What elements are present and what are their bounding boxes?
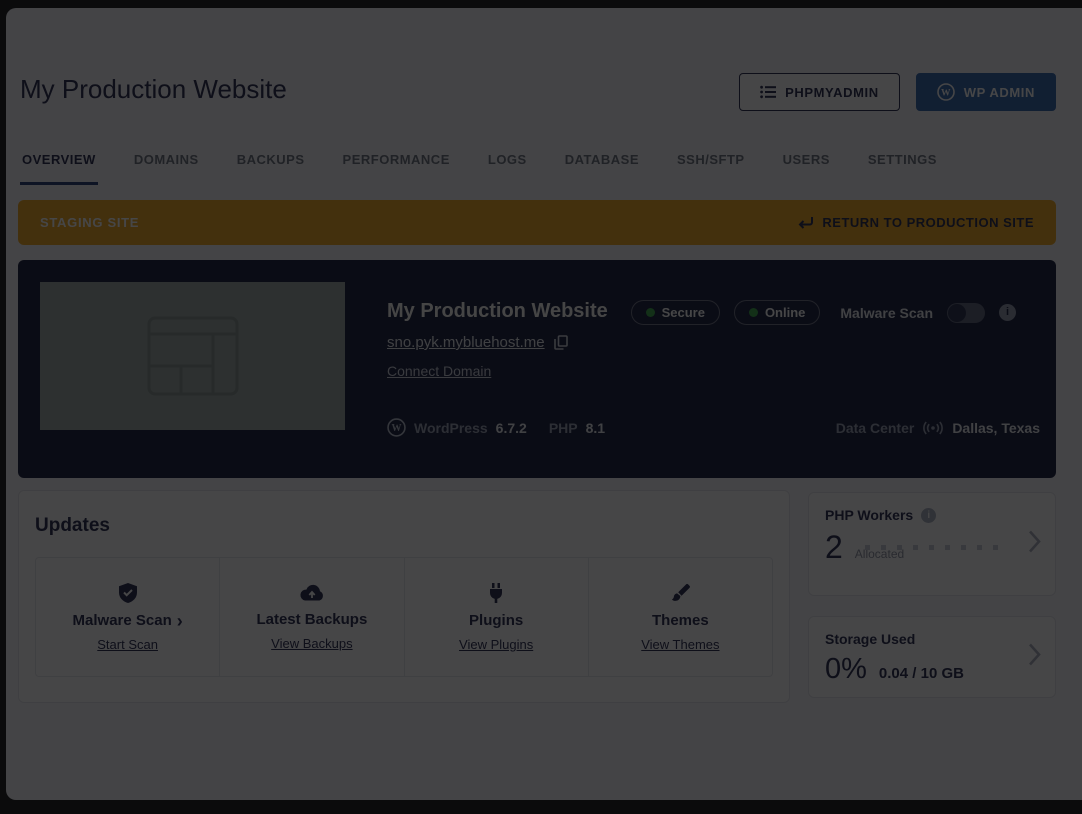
cloud-upload-icon	[299, 583, 325, 603]
view-themes-link[interactable]: View Themes	[641, 637, 719, 652]
plug-icon	[487, 582, 505, 604]
updates-box: Malware Scan Start Scan Latest Backups V…	[35, 557, 773, 677]
return-to-production-label: RETURN TO PRODUCTION SITE	[822, 215, 1034, 230]
view-backups-link[interactable]: View Backups	[271, 636, 352, 651]
malware-scan-toggle-label: Malware Scan	[840, 305, 933, 321]
data-center-label: Data Center	[836, 420, 915, 436]
updates-title: Updates	[35, 515, 110, 537]
online-status-dot	[749, 308, 758, 317]
tab-ssh-sftp[interactable]: SSH/SFTP	[675, 146, 747, 185]
updates-item-themes: Themes View Themes	[589, 558, 772, 676]
storage-percent: 0%	[825, 653, 867, 686]
tab-domains[interactable]: DOMAINS	[132, 146, 201, 185]
site-meta-row: W WordPress 6.7.2 PHP 8.1 Data Center	[387, 418, 1040, 437]
php-label: PHP	[549, 420, 578, 436]
online-badge: Online	[734, 300, 820, 325]
phpmyadmin-button-label: PHPMYADMIN	[785, 85, 879, 100]
wp-admin-button[interactable]: W WP ADMIN	[916, 73, 1056, 111]
updates-malware-scan-text: Malware Scan	[73, 612, 172, 629]
header-buttons: PHPMYADMIN W WP ADMIN	[739, 73, 1056, 111]
svg-text:W: W	[941, 89, 951, 99]
updates-item-plugins: Plugins View Plugins	[405, 558, 589, 676]
malware-scan-toggle[interactable]	[947, 303, 985, 323]
list-icon	[760, 85, 776, 99]
site-overview-card: My Production Website sno.pyk.mybluehost…	[18, 260, 1056, 478]
tab-database[interactable]: DATABASE	[563, 146, 641, 185]
tab-logs[interactable]: LOGS	[486, 146, 529, 185]
account-manager-page: My Production Website PHPMYADMIN W WP AD…	[6, 8, 1082, 800]
updates-backups-label: Latest Backups	[256, 611, 367, 628]
chevron-right-icon[interactable]	[1028, 530, 1041, 559]
chevron-right-icon[interactable]	[177, 614, 183, 628]
phpmyadmin-button[interactable]: PHPMYADMIN	[739, 73, 900, 111]
malware-scan-info-icon[interactable]	[999, 304, 1016, 321]
status-badges-row: Secure Online Malware Scan	[631, 300, 1016, 325]
php-workers-title: PHP Workers	[825, 507, 913, 523]
wp-admin-button-label: WP ADMIN	[964, 85, 1035, 100]
staging-site-label: STAGING SITE	[40, 215, 139, 230]
updates-themes-label: Themes	[652, 612, 709, 629]
wordpress-version-group: W WordPress 6.7.2 PHP 8.1	[387, 418, 605, 437]
chevron-right-icon[interactable]	[1028, 643, 1041, 672]
updates-plugins-label: Plugins	[469, 612, 523, 629]
paintbrush-icon	[670, 583, 691, 604]
updates-section: Updates Malware Scan Start Scan	[18, 490, 790, 703]
php-version: 8.1	[586, 420, 605, 436]
php-workers-card[interactable]: PHP Workers 2 Allocated	[808, 492, 1056, 596]
tab-overview[interactable]: OVERVIEW	[20, 146, 98, 185]
wordpress-label: WordPress	[414, 420, 488, 436]
secure-badge: Secure	[631, 300, 720, 325]
updates-item-malware-scan: Malware Scan Start Scan	[36, 558, 220, 676]
tab-settings[interactable]: SETTINGS	[866, 146, 939, 185]
domain-row: sno.pyk.mybluehost.me	[387, 334, 568, 351]
copy-icon[interactable]	[554, 335, 568, 350]
site-domain-link[interactable]: sno.pyk.mybluehost.me	[387, 334, 545, 351]
site-placeholder-icon	[147, 316, 239, 396]
data-center-value: Dallas, Texas	[952, 420, 1040, 436]
start-scan-link[interactable]: Start Scan	[97, 637, 158, 652]
tab-performance[interactable]: PERFORMANCE	[341, 146, 452, 185]
svg-text:W: W	[391, 423, 401, 434]
php-workers-value: 2	[825, 529, 843, 566]
secure-status-dot	[646, 308, 655, 317]
broadcast-icon	[922, 421, 944, 435]
wordpress-logo-icon: W	[387, 418, 406, 437]
page-title: My Production Website	[20, 74, 287, 105]
online-badge-label: Online	[765, 305, 805, 320]
wordpress-version: 6.7.2	[496, 420, 527, 436]
storage-used-title: Storage Used	[825, 631, 915, 647]
data-center-group: Data Center Dallas, Texas	[836, 420, 1040, 436]
site-name: My Production Website	[387, 300, 608, 323]
storage-used-card[interactable]: Storage Used 0% 0.04 / 10 GB	[808, 616, 1056, 698]
storage-usage: 0.04 / 10 GB	[879, 665, 964, 682]
updates-malware-scan-label: Malware Scan	[73, 612, 183, 629]
site-thumbnail	[40, 282, 345, 430]
tab-users[interactable]: USERS	[781, 146, 832, 185]
shield-check-icon	[118, 582, 138, 604]
toggle-knob	[948, 304, 966, 322]
php-workers-info-icon[interactable]	[921, 508, 936, 523]
dotted-divider	[865, 545, 1009, 550]
return-to-production-link[interactable]: RETURN TO PRODUCTION SITE	[797, 215, 1034, 230]
view-plugins-link[interactable]: View Plugins	[459, 637, 533, 652]
return-arrow-icon	[797, 216, 814, 230]
wordpress-icon: W	[937, 83, 955, 101]
connect-domain-link[interactable]: Connect Domain	[387, 363, 491, 379]
tab-backups[interactable]: BACKUPS	[235, 146, 307, 185]
site-tabs: OVERVIEW DOMAINS BACKUPS PERFORMANCE LOG…	[20, 146, 1062, 186]
staging-banner: STAGING SITE RETURN TO PRODUCTION SITE	[18, 200, 1056, 245]
secure-badge-label: Secure	[662, 305, 705, 320]
updates-item-backups: Latest Backups View Backups	[220, 558, 404, 676]
